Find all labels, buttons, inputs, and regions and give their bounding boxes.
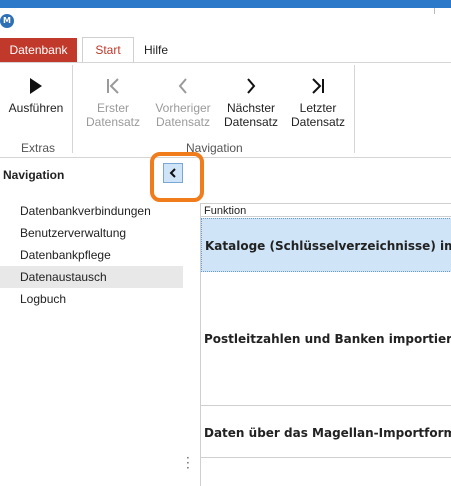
previous-record-button[interactable]: Vorheriger Datensatz xyxy=(150,71,216,129)
table-row[interactable]: Kataloge (Schlüsselverzeichnisse) import… xyxy=(201,218,451,272)
chevron-right-icon xyxy=(218,71,284,101)
skip-last-icon xyxy=(286,71,350,101)
ribbon-separator xyxy=(72,65,73,153)
ribbon: Ausführen Extras Erster Datensatz Vorher… xyxy=(0,62,451,158)
row-label: Kataloge (Schlüsselverzeichnisse) import… xyxy=(205,239,451,253)
first-label-1: Erster xyxy=(96,101,129,115)
previous-label-1: Vorheriger xyxy=(155,101,211,115)
navigation-list: Datenbankverbindungen Benutzerverwaltung D… xyxy=(0,200,183,310)
ribbon-separator xyxy=(354,65,355,153)
next-label-2: Datensatz xyxy=(223,115,279,129)
first-record-button[interactable]: Erster Datensatz xyxy=(80,71,146,129)
run-button[interactable]: Ausführen xyxy=(4,71,68,115)
run-label: Ausführen xyxy=(8,101,64,115)
first-label-2: Datensatz xyxy=(85,115,141,129)
row-label: Daten über das Magellan-Importformat imp… xyxy=(204,426,451,440)
highlight-annotation xyxy=(150,152,204,202)
function-table: Funktion Kataloge (Schlüsselverzeichniss… xyxy=(200,203,451,486)
tab-hilfe[interactable]: Hilfe xyxy=(144,38,168,62)
nav-item[interactable]: Datenbankverbindungen xyxy=(0,200,183,222)
splitter-grip[interactable]: · · · xyxy=(186,452,190,474)
last-label-1: Letzter xyxy=(299,101,337,115)
tab-datenbank[interactable]: Datenbank xyxy=(0,38,77,62)
next-record-button[interactable]: Nächster Datensatz xyxy=(218,71,284,129)
window-close-edge[interactable] xyxy=(434,8,451,14)
last-label-2: Datensatz xyxy=(290,115,346,129)
play-icon xyxy=(4,71,68,101)
nav-item[interactable]: Logbuch xyxy=(0,288,183,310)
row-label: Postleitzahlen und Banken importieren xyxy=(204,332,451,346)
table-row[interactable]: Postleitzahlen und Banken importieren xyxy=(201,272,451,406)
column-header-funktion[interactable]: Funktion xyxy=(201,203,451,217)
previous-label-2: Datensatz xyxy=(155,115,211,129)
nav-item[interactable]: Datenaustausch xyxy=(0,266,183,288)
skip-first-icon xyxy=(80,71,146,101)
tab-start[interactable]: Start xyxy=(82,37,134,64)
group-extras-label: Extras xyxy=(21,141,56,155)
navigation-title: Navigation xyxy=(3,168,65,182)
table-row[interactable]: Daten über das Magellan-Importformat imp… xyxy=(201,406,451,458)
app-icon[interactable]: M xyxy=(0,14,14,28)
nav-item[interactable]: Datenbankpflege xyxy=(0,244,183,266)
chevron-left-icon xyxy=(150,71,216,101)
title-bar-accent xyxy=(0,0,451,8)
next-label-1: Nächster xyxy=(226,101,276,115)
nav-item[interactable]: Benutzerverwaltung xyxy=(0,222,183,244)
title-bar: M xyxy=(0,0,451,38)
last-record-button[interactable]: Letzter Datensatz xyxy=(286,71,350,129)
